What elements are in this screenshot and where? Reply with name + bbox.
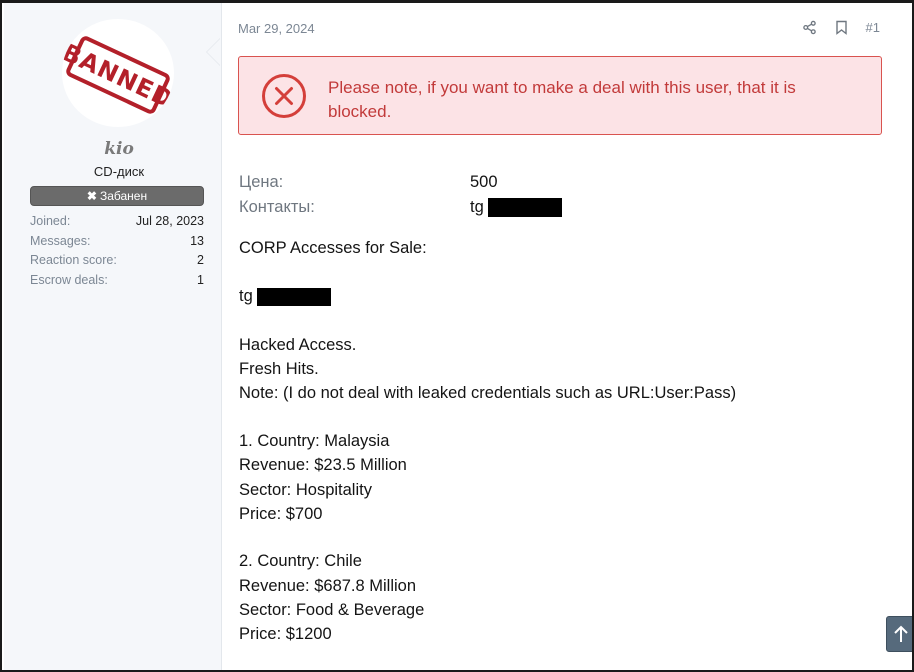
stat-joined: Joined: Jul 28, 2023	[30, 212, 204, 232]
stat-label: Messages:	[30, 233, 91, 248]
scroll-to-top-button[interactable]	[886, 616, 912, 652]
stat-value: Jul 28, 2023	[135, 214, 204, 228]
banned-banner-label: Забанен	[99, 189, 148, 203]
sidebar-pointer	[207, 39, 220, 65]
arrow-up-icon	[894, 625, 908, 642]
contacts-label: Контакты:	[239, 198, 315, 216]
post-tools: #1	[802, 20, 880, 35]
price-value: 500	[470, 173, 498, 191]
stat-value: 2	[197, 253, 204, 268]
share-icon[interactable]	[802, 20, 817, 35]
tg-prefix: tg	[239, 287, 253, 305]
banned-banner: ✖ Забанен	[30, 186, 204, 206]
post-line-contact: tg	[239, 287, 332, 306]
banned-stamp-logo: BANNED	[62, 36, 174, 114]
stat-value: 1	[197, 273, 204, 288]
close-icon: ✖	[86, 189, 97, 203]
post-line: Revenue: $687.8 Million	[239, 577, 417, 595]
post-line: Price: $700	[239, 505, 323, 523]
blocked-user-alert: Please note, if you want to make a deal …	[238, 56, 882, 135]
username[interactable]: kio	[4, 139, 234, 159]
contacts-prefix: tg	[470, 198, 484, 216]
stat-label: Escrow deals:	[30, 273, 108, 288]
stat-label: Reaction score:	[30, 253, 117, 268]
contacts-value: tg	[470, 198, 563, 218]
post-line: 2. Country: Chile	[239, 552, 362, 570]
price-label: Цена:	[239, 173, 284, 191]
user-stats: Joined: Jul 28, 2023 Messages: 13 Reacti…	[30, 212, 204, 291]
post-date[interactable]: Mar 29, 2024	[238, 21, 315, 36]
alert-message: Please note, if you want to make a deal …	[328, 78, 796, 121]
post-line: Note: (I do not deal with leaked credent…	[239, 384, 737, 402]
post-line: Fresh Hits.	[239, 360, 319, 378]
user-sidebar: BANNED kio CD-диск ✖ Забанен Joined: Jul …	[4, 3, 222, 670]
post-line: Price: $1200	[239, 625, 332, 643]
bookmark-icon[interactable]	[835, 20, 848, 35]
post-number-link[interactable]: #1	[866, 20, 880, 35]
post-line: CORP Accesses for Sale:	[239, 239, 427, 257]
post-line: 1. Country: Malaysia	[239, 432, 390, 450]
stat-messages: Messages: 13	[30, 232, 204, 252]
stat-reaction-score: Reaction score: 2	[30, 251, 204, 271]
post-line: Sector: Hospitality	[239, 481, 372, 499]
svg-text:BANNED: BANNED	[62, 38, 174, 114]
user-avatar[interactable]: BANNED	[62, 19, 174, 127]
post-line: Sector: Food & Beverage	[239, 601, 425, 619]
post-line: Hacked Access.	[239, 336, 357, 354]
user-title: CD-диск	[93, 164, 145, 179]
forum-post-screenshot: BANNED kio CD-диск ✖ Забанен Joined: Jul …	[0, 0, 914, 672]
post-line: Revenue: $23.5 Million	[239, 456, 407, 474]
stat-escrow-deals: Escrow deals: 1	[30, 271, 204, 291]
redaction-bar	[488, 198, 563, 218]
stat-value[interactable]: 13	[190, 232, 204, 252]
stat-label: Joined:	[30, 214, 71, 228]
redaction-bar	[257, 287, 332, 306]
error-circle-x-icon	[261, 73, 307, 119]
